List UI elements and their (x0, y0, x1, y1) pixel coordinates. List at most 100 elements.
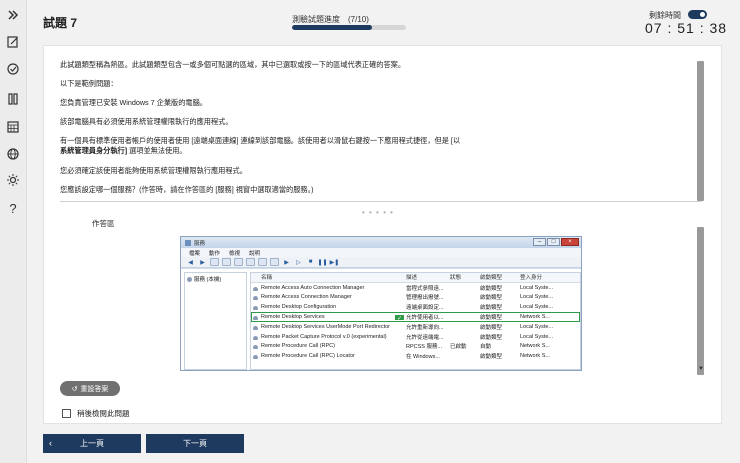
service-name: Remote Access Auto Connection Manager (251, 285, 406, 291)
review-checkbox[interactable] (62, 409, 71, 418)
service-status: 已啟動 (450, 344, 467, 351)
start-icon[interactable]: ▶ (282, 258, 291, 266)
service-startup-type: 啟動類型 (480, 315, 503, 322)
console-tree: 服務 (本機) (184, 272, 247, 370)
service-name-text: Remote Desktop Configuration (261, 304, 337, 311)
column-description[interactable]: 描述 (406, 273, 450, 281)
resize-grip[interactable]: • • • • • (362, 208, 394, 217)
question-p3-bold: 系統管理員身分執行] (60, 146, 128, 155)
reset-answer-button[interactable]: ↺ 重設答案 (60, 381, 120, 396)
service-row[interactable] (251, 361, 580, 370)
gear-icon (253, 286, 258, 291)
calculator-icon[interactable] (4, 118, 22, 136)
service-row[interactable]: Remote Packet Capture Protocol v.0 (expe… (251, 332, 580, 342)
window-toolbar: ◀ ▶ ▶ ▷ ■ ❚❚ ▶❚ (181, 257, 581, 268)
split-view-icon[interactable] (4, 90, 22, 108)
progress-label: 測驗試題進度 (7/10) (292, 15, 369, 24)
service-name: Remote Procedure Call (RPC) Locator (251, 353, 406, 360)
service-name-text: Remote Access Connection Manager (261, 294, 352, 301)
question-scrollbar[interactable] (697, 61, 704, 201)
console-tree-icon[interactable] (210, 258, 219, 266)
maximize-icon[interactable]: □ (547, 238, 560, 246)
service-row[interactable]: Remote Access Auto Connection Manager 當程式… (251, 283, 580, 293)
pause-icon[interactable]: ❚❚ (317, 258, 327, 266)
service-name: Remote Procedure Call (RPC) (251, 343, 406, 350)
next-button[interactable]: 下一頁 (146, 434, 244, 453)
column-startup-type[interactable]: 啟動類型 (480, 273, 520, 281)
selected-check-icon: ✓ (395, 315, 404, 321)
review-later[interactable]: 稍後檢閱此問題 (62, 408, 130, 419)
gear-icon (253, 355, 258, 360)
gear-icon (253, 345, 258, 350)
gear-icon (253, 335, 258, 340)
view-icon[interactable] (270, 258, 279, 266)
minimize-icon[interactable]: – (533, 238, 546, 246)
timer-value: 07 : 51 : 38 (645, 20, 728, 36)
scroll-down-icon[interactable]: ▼ (698, 366, 704, 372)
window-titlebar: 服務 (181, 237, 581, 248)
service-description: 在 Windows... (406, 354, 440, 361)
forward-icon[interactable]: ▶ (198, 258, 207, 266)
service-row[interactable]: Remote Access Connection Manager 管理撥出撥號..… (251, 293, 580, 303)
service-row[interactable]: Remote Desktop Services UserMode Port Re… (251, 322, 580, 332)
help-icon[interactable]: ? (4, 199, 22, 217)
menu-help[interactable]: 說明 (249, 249, 260, 257)
properties-icon[interactable] (222, 258, 231, 266)
service-row[interactable]: Remote Desktop Services ✓ 允許使用者以... 啟動類型 Net… (251, 312, 580, 322)
question-p3-a: 有一個具有標準使用者帳戶的使用者使用 [遠端桌面連線] 連線到該部電腦。該使用者… (60, 136, 461, 145)
globe-icon[interactable] (4, 145, 22, 163)
window-controls: – □ × (533, 238, 579, 246)
services-list-header: 名稱 描述 狀態 啟動類型 登入身分 (251, 273, 580, 283)
gear-icon (253, 325, 258, 330)
back-icon[interactable]: ◀ (186, 258, 195, 266)
help-doc-icon[interactable] (258, 258, 267, 266)
menu-view[interactable]: 檢視 (229, 249, 240, 257)
reset-answer-label: 重設答案 (80, 385, 109, 393)
service-log-on-as: Network S... (520, 343, 550, 350)
column-status[interactable]: 狀態 (450, 273, 480, 281)
service-row[interactable]: Remote Desktop Configuration 遠端桌面設定... 啟動類… (251, 302, 580, 312)
service-log-on-as: Local Syste... (520, 284, 554, 291)
progress-fill (292, 25, 372, 30)
question-p3: 有一個具有標準使用者帳戶的使用者使用 [遠端桌面連線] 連線到該部電腦。該使用者… (60, 136, 690, 156)
service-startup-type: 啟動類型 (480, 354, 503, 361)
service-log-on-as: Network S... (520, 314, 550, 321)
timer-toggle[interactable] (688, 10, 707, 19)
service-log-on-as: Local Syste... (520, 294, 554, 301)
restart-icon[interactable]: ▶❚ (330, 258, 340, 266)
page-title: 試題 7 (43, 16, 78, 30)
menu-action[interactable]: 動作 (209, 249, 220, 257)
window-title: 服務 (194, 240, 206, 247)
service-name-text: Remote Access Auto Connection Manager (261, 284, 365, 291)
service-row[interactable]: Remote Procedure Call (RPC) RPCSS 服務... 已啟… (251, 342, 580, 352)
close-icon[interactable]: × (561, 238, 579, 246)
brightness-icon[interactable] (4, 171, 22, 189)
column-log-on-as[interactable]: 登入身分 (520, 273, 575, 281)
previous-label: 上一頁 (80, 439, 104, 448)
column-name[interactable]: 名稱 (251, 273, 406, 281)
service-description: 允許從遠端電... (406, 334, 444, 341)
service-name: Remote Desktop Services UserMode Port Re… (251, 324, 406, 330)
notes-icon[interactable] (4, 33, 22, 51)
previous-button[interactable]: ‹ 上一頁 (43, 434, 141, 453)
service-log-on-as: Local Syste... (520, 304, 554, 311)
service-name-text: Remote Desktop Services UserMode Port Re… (261, 323, 390, 330)
refresh-icon[interactable] (234, 258, 243, 266)
service-log-on-as: Local Syste... (520, 323, 554, 330)
service-description: 遠端桌面設定... (406, 305, 444, 312)
answer-scrollbar[interactable] (697, 227, 704, 375)
service-row[interactable]: Remote Procedure Call (RPC) Locator 在 Win… (251, 351, 580, 361)
gear-icon (253, 296, 258, 301)
services-list: 名稱 描述 狀態 啟動類型 登入身分 Remote Access Auto Co… (250, 272, 581, 370)
service-log-on-as: Network S... (520, 353, 550, 360)
expand-icon[interactable] (4, 6, 22, 24)
menu-file[interactable]: 檔案 (189, 249, 200, 257)
stop-icon[interactable]: ■ (306, 258, 315, 266)
service-startup-type: 啟動類型 (480, 295, 503, 302)
tree-root-item[interactable]: 服務 (本機) (187, 275, 244, 283)
export-icon[interactable] (246, 258, 255, 266)
check-clock-icon[interactable] (4, 60, 22, 78)
start-alt-icon[interactable]: ▷ (294, 258, 303, 266)
service-startup-type: 啟動類型 (480, 334, 503, 341)
question-p1: 您負責管理已安裝 Windows 7 企業版的電腦。 (60, 98, 207, 107)
